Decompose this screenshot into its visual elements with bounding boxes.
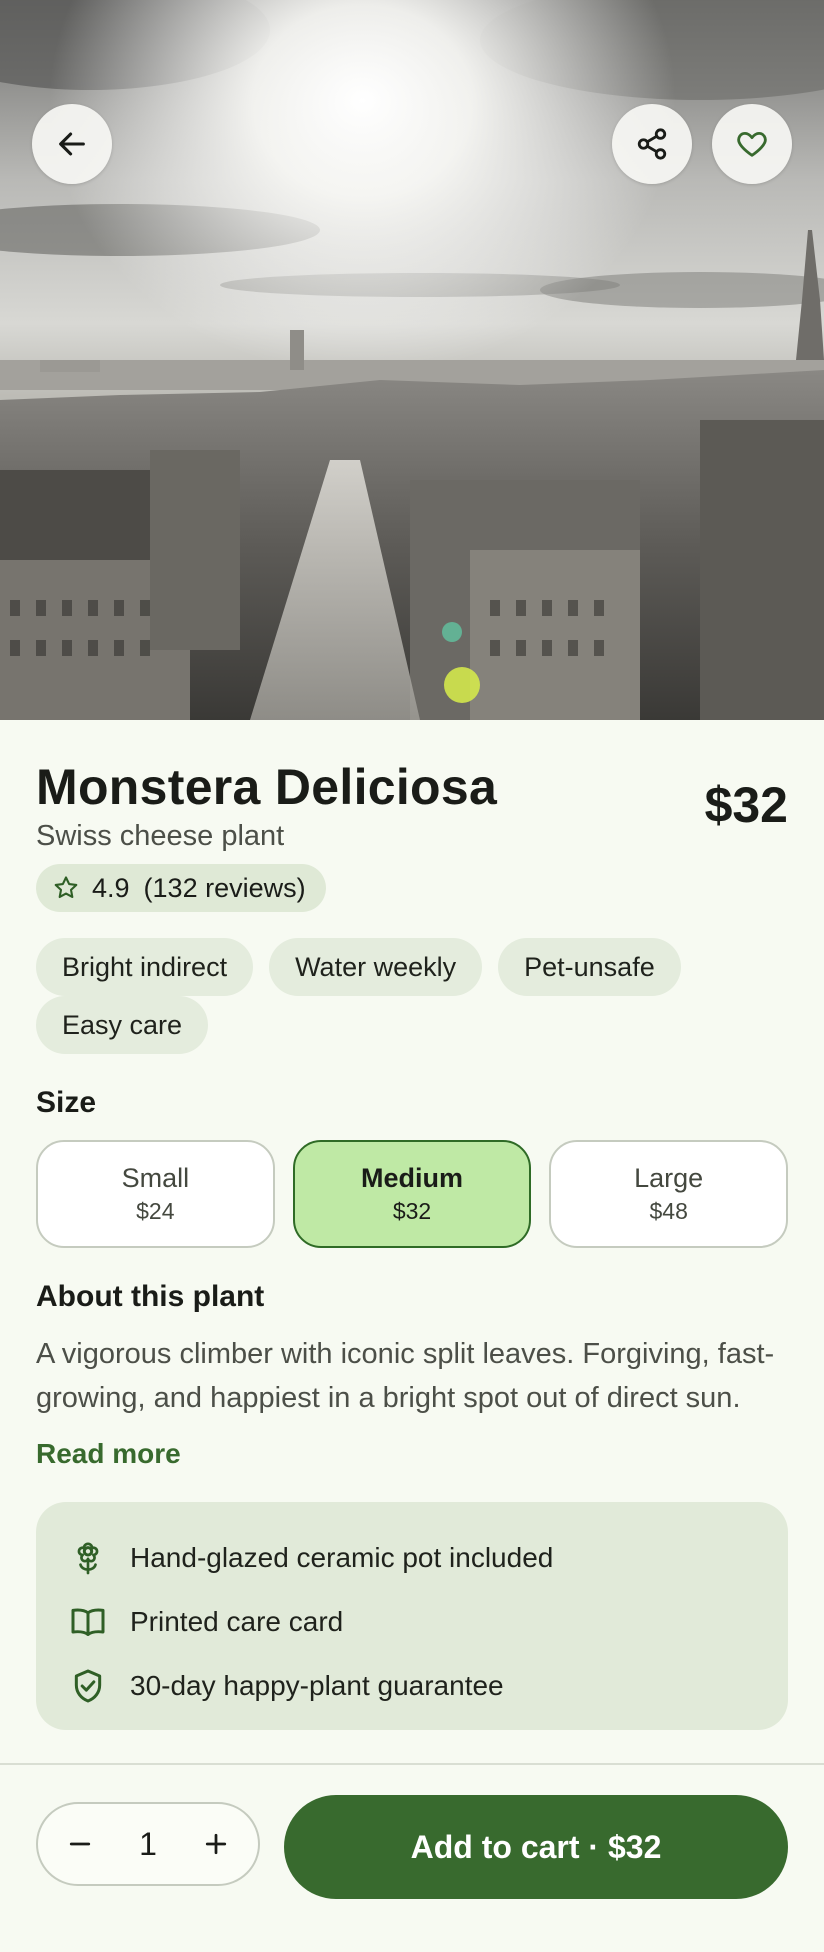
heart-icon <box>737 131 767 157</box>
bottom-action-bar: 1 Add to cart · $32 <box>0 1763 824 1952</box>
arrow-left-icon <box>59 132 85 156</box>
size-label: Size <box>36 1086 97 1119</box>
size-price: $24 <box>136 1198 175 1224</box>
tag-chip: Pet-unsafe <box>498 938 681 996</box>
share-button[interactable] <box>612 104 692 184</box>
city-skyline-photo <box>0 0 824 720</box>
tag-chip: Water weekly <box>269 938 483 996</box>
tag-chip: Easy care <box>36 996 209 1054</box>
rating-badge[interactable]: 4.9 (132 reviews) <box>36 864 326 912</box>
add-to-cart-button[interactable]: Add to cart · $32 <box>284 1795 788 1899</box>
plus-icon <box>205 1833 227 1855</box>
product-price: $32 <box>704 777 788 833</box>
product-title: Monstera Deliciosa <box>36 759 498 815</box>
size-name: Large <box>634 1163 704 1193</box>
about-description: A vigorous climber with iconic split lea… <box>36 1338 775 1414</box>
back-button[interactable] <box>32 104 112 184</box>
minus-icon <box>69 1842 91 1846</box>
hero-image <box>0 0 824 720</box>
favorite-button[interactable] <box>712 104 792 184</box>
perk-text: 30-day happy-plant guarantee <box>130 1670 504 1701</box>
size-name: Small <box>121 1163 190 1193</box>
size-option-small[interactable]: Small $24 <box>36 1140 275 1248</box>
perk-item: 30-day happy-plant guarantee <box>68 1654 756 1718</box>
size-price: $48 <box>649 1198 688 1224</box>
tag-chip: Bright indirect <box>36 938 254 996</box>
book-icon <box>71 1608 105 1636</box>
perk-text: Hand-glazed ceramic pot included <box>130 1542 554 1573</box>
rating-value: 4.9 <box>92 872 130 903</box>
quantity-value: 1 <box>139 1825 157 1862</box>
size-option-medium[interactable]: Medium $32 <box>292 1140 532 1248</box>
perk-item: Hand-glazed ceramic pot included <box>68 1526 756 1590</box>
product-subtitle: Swiss cheese plant <box>36 820 285 852</box>
star-icon <box>54 876 78 899</box>
size-price: $32 <box>392 1198 432 1224</box>
share-icon <box>637 128 667 160</box>
care-tags: Bright indirect Water weekly Pet-unsafe <box>36 938 788 996</box>
about-heading: About this plant <box>36 1280 265 1313</box>
shield-check-icon <box>74 1669 102 1703</box>
flower-icon <box>77 1542 99 1575</box>
size-name: Medium <box>361 1163 464 1193</box>
size-option-large[interactable]: Large $48 <box>549 1140 789 1248</box>
perk-item: Printed care card <box>68 1590 756 1654</box>
decrease-quantity-button[interactable] <box>62 1826 98 1862</box>
review-count: (132 reviews) <box>143 872 306 903</box>
size-selector: Small $24 Medium $32 Large $48 <box>36 1140 789 1248</box>
quantity-stepper: 1 <box>36 1802 260 1886</box>
perks-card: Hand-glazed ceramic pot included Printed… <box>36 1502 788 1730</box>
perk-text: Printed care card <box>130 1606 344 1637</box>
read-more-link[interactable]: Read more <box>36 1438 181 1470</box>
increase-quantity-button[interactable] <box>198 1826 234 1862</box>
